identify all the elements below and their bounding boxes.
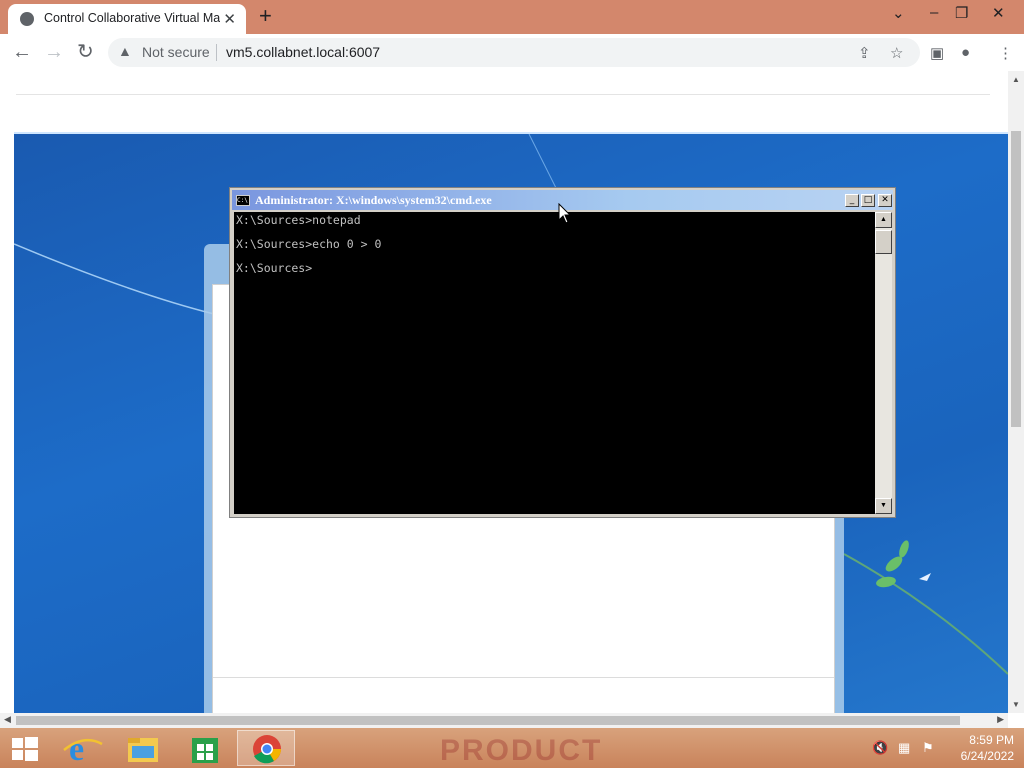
browser-toolbar: ← → ↻ ▲ Not secure vm5.collabnet.local:6… bbox=[0, 34, 1024, 71]
scroll-left-icon[interactable]: ◀ bbox=[4, 714, 11, 725]
console-line: X:\Sources>notepad bbox=[236, 213, 361, 227]
console-scrollbar[interactable]: ▲ ▼ bbox=[875, 212, 892, 514]
browser-tab[interactable]: Control Collaborative Virtual Mac ✕ bbox=[8, 4, 246, 34]
tab-strip: Control Collaborative Virtual Mac ✕ + ⌄ … bbox=[0, 0, 1024, 34]
internet-explorer-icon[interactable]: e bbox=[54, 730, 112, 768]
restore-icon[interactable]: ❐ bbox=[955, 4, 968, 22]
new-tab-button[interactable]: + bbox=[259, 5, 272, 27]
chrome-icon[interactable] bbox=[237, 730, 295, 766]
security-status[interactable]: Not secure bbox=[142, 44, 210, 60]
menu-kebab-icon[interactable]: ⋮ bbox=[998, 44, 1013, 62]
action-center-flag-icon[interactable]: ⚑ bbox=[922, 740, 934, 756]
bird-icon bbox=[919, 573, 931, 581]
minimize-icon[interactable]: – bbox=[930, 4, 938, 21]
console-line: X:\Sources>echo 0 > 0 bbox=[236, 237, 382, 251]
scrollbar-thumb[interactable] bbox=[1011, 131, 1021, 427]
scroll-up-icon[interactable]: ▲ bbox=[875, 212, 892, 228]
cmd-app-icon[interactable]: C:\ bbox=[236, 195, 250, 206]
bookmark-star-icon[interactable]: ☆ bbox=[890, 44, 903, 62]
scroll-up-icon[interactable]: ▲ bbox=[1012, 75, 1020, 84]
maximize-icon[interactable]: □ bbox=[861, 194, 875, 207]
store-icon[interactable] bbox=[175, 730, 233, 766]
globe-icon bbox=[20, 12, 34, 26]
mouse-pointer-icon bbox=[558, 203, 572, 224]
cmd-window-title: Administrator: X:\windows\system32\cmd.e… bbox=[255, 193, 492, 207]
minimize-icon[interactable]: _ bbox=[845, 194, 859, 207]
address-bar[interactable]: ▲ Not secure vm5.collabnet.local:6007 bbox=[108, 38, 920, 67]
divider bbox=[213, 677, 834, 678]
close-icon[interactable]: ✕ bbox=[878, 194, 892, 207]
clock-time: 8:59 PM bbox=[969, 733, 1014, 747]
console-line: X:\Sources> bbox=[236, 261, 313, 275]
scroll-down-icon[interactable]: ▼ bbox=[875, 498, 892, 514]
clock-date: 6/24/2022 bbox=[960, 749, 1014, 763]
cmd-window[interactable]: C:\ Administrator: X:\windows\system32\c… bbox=[229, 187, 896, 518]
file-explorer-icon[interactable] bbox=[114, 730, 172, 766]
tab-search-chevron-icon[interactable]: ⌄ bbox=[892, 4, 905, 22]
wallpaper-watermark: PRODUCT bbox=[440, 734, 603, 767]
taskbar: PRODUCT e 🔇 ▦ ⚑ 8:59 PM 6/24/2022 bbox=[0, 728, 1024, 768]
volume-muted-icon[interactable]: 🔇 bbox=[872, 740, 888, 756]
start-icon[interactable] bbox=[12, 737, 38, 761]
tab-close-icon[interactable]: ✕ bbox=[223, 10, 236, 28]
console-output[interactable]: X:\Sources>notepad X:\Sources>echo 0 > 0… bbox=[234, 212, 875, 514]
leaf-icon bbox=[876, 540, 909, 588]
profile-avatar-icon[interactable]: ● bbox=[961, 44, 970, 61]
page-vertical-scrollbar[interactable]: ▲ ▼ bbox=[1008, 71, 1024, 713]
tab-title: Control Collaborative Virtual Mac bbox=[44, 11, 220, 25]
page-horizontal-scrollbar[interactable]: ◀ ▶ bbox=[0, 713, 1008, 728]
warning-triangle-icon[interactable]: ▲ bbox=[118, 43, 132, 59]
network-icon[interactable]: ▦ bbox=[898, 740, 910, 756]
scroll-right-icon[interactable]: ▶ bbox=[997, 714, 1004, 725]
scroll-down-icon[interactable]: ▼ bbox=[1012, 700, 1020, 709]
divider bbox=[216, 44, 217, 61]
forward-arrow-icon[interactable]: → bbox=[44, 41, 64, 63]
back-arrow-icon[interactable]: ← bbox=[12, 41, 32, 63]
system-clock[interactable]: 8:59 PM 6/24/2022 bbox=[948, 732, 1014, 764]
scrollbar-thumb[interactable] bbox=[875, 230, 892, 254]
share-icon[interactable]: ⇪ bbox=[858, 44, 871, 62]
divider bbox=[16, 94, 990, 95]
url-text[interactable]: vm5.collabnet.local:6007 bbox=[226, 44, 380, 60]
svg-text:e: e bbox=[69, 731, 84, 766]
close-window-icon[interactable]: ✕ bbox=[992, 4, 1005, 22]
reload-icon[interactable]: ↻ bbox=[77, 41, 94, 63]
scrollbar-thumb[interactable] bbox=[16, 716, 960, 725]
side-panel-icon[interactable]: ▣ bbox=[930, 44, 944, 62]
